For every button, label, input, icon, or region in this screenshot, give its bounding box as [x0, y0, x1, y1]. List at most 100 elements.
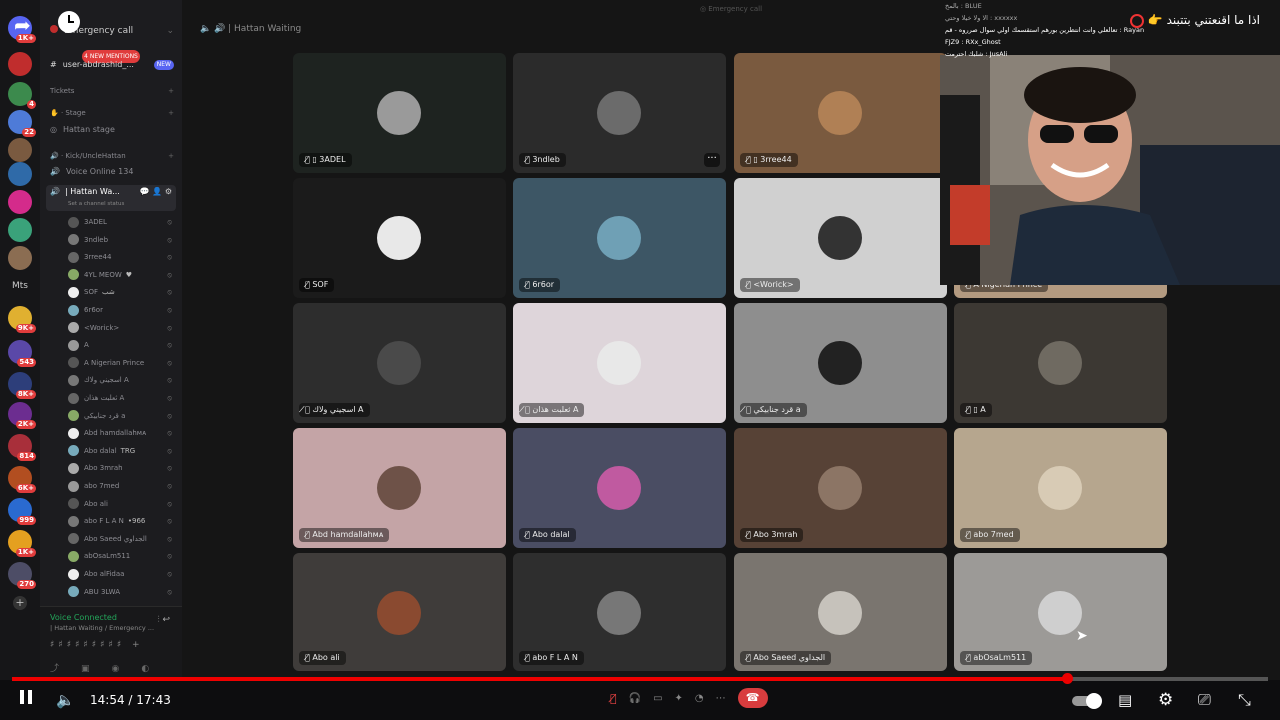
voice-member[interactable]: 3rree44 ⦸ — [68, 250, 172, 264]
channel-label: user-abdrashid_... — [62, 60, 134, 69]
channel-user[interactable]: # user-abdrashid_... NEW — [50, 58, 174, 72]
voice-panel-actions[interactable]: ⤴▣◉◐ — [50, 661, 171, 674]
chat-overlay: بالمخ : BLUE الا ولا خيلا وحتي : xxxxxx تع… — [945, 0, 1145, 64]
voice-member[interactable]: abo F L A N •966 ⦸ — [68, 514, 172, 528]
voice-member[interactable]: 3ADEL ⦸ — [68, 215, 172, 229]
participant-tile[interactable]: 🎙̸ Abo dalal — [513, 428, 726, 548]
channel-voice-online[interactable]: 🔊 Voice Online 134 — [50, 165, 174, 179]
participant-tile[interactable]: 🎙̸ abOsaLm511 — [954, 553, 1167, 671]
server-icon[interactable]: 1K+ — [8, 530, 36, 557]
participant-tile[interactable]: 🎙̸ ▯ 3rree44 — [734, 53, 947, 173]
exit-fullscreen-icon[interactable]: ⤡ — [1238, 688, 1251, 712]
participant-tile[interactable]: 🎙̸ Abo 3mrah — [734, 428, 947, 548]
subtitles-icon[interactable]: ▤ — [1118, 688, 1132, 712]
voice-member[interactable]: A Nigerian Prince ⦸ — [68, 356, 172, 370]
server-icon[interactable]: 6K+ — [8, 466, 36, 493]
voice-member[interactable]: Abo ali ⦸ — [68, 497, 172, 511]
server-icon[interactable]: 2K+ — [8, 402, 36, 429]
server-icon[interactable]: 8K+ — [8, 372, 36, 399]
voice-member[interactable]: 3ndleb ⦸ — [68, 233, 172, 247]
voice-member[interactable]: abOsaLm511 ⦸ — [68, 549, 172, 563]
server-icon[interactable] — [8, 218, 32, 242]
plus-icon[interactable]: + — [168, 149, 174, 163]
more-icon[interactable]: ⋯ — [716, 693, 726, 704]
avatar — [68, 515, 79, 527]
clock-icon[interactable] — [58, 11, 80, 33]
voice-member[interactable]: 4YL MEOW ♥ ⦸ — [68, 268, 172, 282]
server-icon[interactable] — [8, 190, 32, 214]
server-icon[interactable] — [8, 246, 32, 270]
voice-panel-icons[interactable]: ⫶ ↩ — [157, 615, 170, 625]
share-icon[interactable]: ➦ — [14, 13, 38, 37]
add-server-icon[interactable]: + — [13, 596, 27, 610]
voice-member[interactable]: ثعلبت هذان A ⦸ — [68, 391, 172, 405]
voice-connection-panel: Voice Connected | Hattan Waiting / Emerg… — [40, 606, 182, 680]
voice-member[interactable]: قرد جنابيكي a ⦸ — [68, 409, 172, 423]
voice-member[interactable]: Abo alFidaa ⦸ — [68, 567, 172, 581]
server-icon[interactable] — [8, 52, 32, 76]
participant-tile[interactable]: 🎙̸ Abo Saeed الجداوي — [734, 553, 947, 671]
voice-member[interactable]: 6r6or ⦸ — [68, 303, 172, 317]
autoplay-toggle-icon[interactable] — [1072, 688, 1102, 712]
server-icon[interactable]: 4 — [8, 82, 36, 109]
voice-channel-path[interactable]: | Hattan Waiting / Emergency ... — [50, 624, 154, 632]
participant-tile[interactable]: 🎙̸ اسجيني ولاك A — [293, 303, 506, 423]
server-icon[interactable]: 999 — [8, 498, 36, 525]
hangup-icon[interactable]: ☎ — [737, 688, 768, 708]
server-icon[interactable] — [8, 162, 32, 186]
progress-scrubber[interactable] — [1062, 673, 1074, 684]
participant-name: ثعلبت هذان A — [532, 405, 579, 414]
participant-tile[interactable]: 🎙̸ 6r6or — [513, 178, 726, 298]
category-kick[interactable]: 🔊 · Kick/UncleHattan + — [50, 149, 174, 163]
voice-member[interactable]: Abd hamdallahᴍᴀ ⦸ — [68, 426, 172, 440]
voice-member[interactable]: SOF شب ⦸ — [68, 285, 172, 299]
member-name: قرد جنابيكي a — [84, 411, 126, 420]
deafen-icon[interactable]: 🎧 — [629, 693, 641, 704]
channel-hattan-waiting[interactable]: 🔊 | Hattan Wa... 💬 👤 ⚙ Set a channel stat… — [46, 185, 176, 211]
participant-tile[interactable]: 🎙̸ Abo ali — [293, 553, 506, 671]
voice-member[interactable]: abo 7med ⦸ — [68, 479, 172, 493]
server-icon[interactable]: 814 — [8, 434, 36, 461]
activity-icon[interactable]: ✦ — [675, 693, 683, 704]
chat-message: بالمخ : BLUE — [945, 2, 982, 10]
participant-tile[interactable]: 🎙̸ ▯ 3ADEL — [293, 53, 506, 173]
voice-member[interactable]: Abo Saeed الجداوي ⦸ — [68, 532, 172, 546]
participant-tile[interactable]: 🎙̸ SOF — [293, 178, 506, 298]
participant-tile[interactable]: 🎙̸ ▯ A — [954, 303, 1167, 423]
server-icon[interactable]: 270 — [8, 562, 36, 589]
voice-member[interactable]: اسجيني ولاك A ⦸ — [68, 373, 172, 387]
channel-status[interactable]: Set a channel status — [68, 197, 124, 211]
server-icon[interactable]: 22 — [8, 110, 36, 137]
voice-member[interactable]: A ⦸ — [68, 338, 172, 352]
server-icon[interactable]: 543 — [8, 340, 36, 367]
participant-tile[interactable]: 🎙̸ 3ndleb ··· — [513, 53, 726, 173]
screen-share-icon[interactable]: ▭ — [653, 693, 662, 704]
more-options-icon[interactable]: ··· — [704, 153, 720, 167]
server-icon-mts[interactable]: Mts — [8, 274, 32, 298]
mic-muted-icon[interactable]: 🎙̸ — [610, 692, 617, 705]
voice-member[interactable]: Abo 3mrah ⦸ — [68, 461, 172, 475]
soundboard-icon[interactable]: ◔ — [695, 693, 704, 704]
server-icon[interactable] — [8, 138, 32, 162]
category-tickets[interactable]: Tickets + — [50, 84, 174, 98]
participant-tile[interactable]: 🎙̸ <Worick> — [734, 178, 947, 298]
voice-member[interactable]: ABU 3LWA ⦸ — [68, 585, 172, 599]
channel-hattan-stage[interactable]: ◎ Hattan stage — [50, 123, 174, 137]
plus-icon[interactable]: + — [168, 106, 174, 120]
plus-icon[interactable]: + — [168, 84, 174, 98]
participant-tile[interactable]: 🎙̸ Abd hamdallahᴍᴀ — [293, 428, 506, 548]
category-stage[interactable]: ✋ · Stage + — [50, 106, 174, 120]
pause-icon[interactable] — [20, 688, 32, 712]
participant-tile[interactable]: 🎙̸ ثعلبت هذان A — [513, 303, 726, 423]
channel-actions[interactable]: 💬 👤 ⚙ — [140, 185, 172, 199]
volume-icon[interactable]: 🔈 — [56, 688, 75, 712]
cast-icon[interactable]: ⎚ — [1198, 688, 1211, 712]
participant-tile[interactable]: 🎙̸ abo 7med — [954, 428, 1167, 548]
server-icon[interactable]: 9K+ — [8, 306, 36, 333]
voice-member[interactable]: Abo dalal TRG ⦸ — [68, 444, 172, 458]
video-progress-bar[interactable] — [12, 673, 1268, 684]
participant-tile[interactable]: 🎙̸ قرد جنابيكي a — [734, 303, 947, 423]
participant-tile[interactable]: 🎙̸ abo F L A N — [513, 553, 726, 671]
voice-member[interactable]: <Worick> ⦸ — [68, 321, 172, 335]
settings-icon[interactable]: ⚙ — [1158, 688, 1173, 712]
